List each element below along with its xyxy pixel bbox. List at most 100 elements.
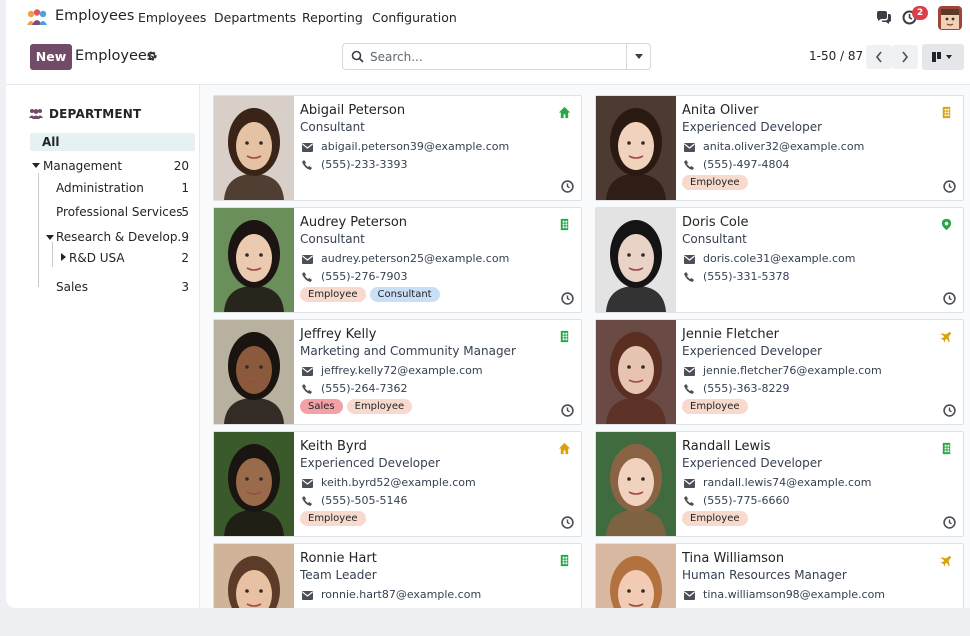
caret-down-icon [635, 54, 643, 59]
employee-photo [214, 96, 294, 200]
pager-previous-button[interactable] [866, 45, 892, 69]
pager-value[interactable]: 1-50 / 87 [809, 49, 863, 63]
department-count: 5 [181, 205, 189, 219]
employee-kanban: Abigail Peterson Consultant abigail.pete… [200, 84, 970, 608]
employee-email[interactable]: audrey.peterson25@example.com [321, 252, 509, 265]
caret-down-icon[interactable] [46, 235, 54, 240]
employee-card[interactable]: Tina Williamson Human Resources Manager … [595, 543, 964, 608]
envelope-icon [684, 143, 695, 152]
caret-down-icon[interactable] [32, 163, 40, 168]
employee-email[interactable]: doris.cole31@example.com [703, 252, 855, 265]
employee-email[interactable]: tina.williamson98@example.com [703, 588, 885, 601]
department-side-panel: DEPARTMENT All Management 20 Administrat… [6, 84, 200, 608]
employee-phone[interactable]: (555)-775-6660 [703, 494, 790, 507]
activity-clock-icon[interactable] [561, 292, 574, 305]
search-icon [351, 50, 364, 63]
department-management[interactable]: Management [43, 159, 122, 173]
phone-icon [302, 272, 312, 282]
employee-card[interactable]: Jeffrey Kelly Marketing and Community Ma… [213, 319, 582, 425]
employee-tag: Employee [682, 511, 748, 526]
activity-clock-icon[interactable] [561, 180, 574, 193]
menu-employees[interactable]: Employees [138, 10, 206, 25]
employee-card[interactable]: Anita Oliver Experienced Developer anita… [595, 95, 964, 201]
employee-email[interactable]: jeffrey.kelly72@example.com [321, 364, 483, 377]
employee-email[interactable]: abigail.peterson39@example.com [321, 140, 509, 153]
employees-app-icon[interactable] [26, 9, 48, 26]
department-heading: DEPARTMENT [29, 107, 141, 121]
activity-clock-icon[interactable] [561, 516, 574, 529]
employee-email[interactable]: ronnie.hart87@example.com [321, 588, 481, 601]
building-icon [560, 330, 569, 343]
building-icon [560, 218, 569, 231]
employee-phone[interactable]: (555)-363-8229 [703, 382, 790, 395]
activity-clock-icon[interactable] [943, 404, 956, 417]
employee-tag: Employee [682, 399, 748, 414]
employee-card[interactable]: Audrey Peterson Consultant audrey.peters… [213, 207, 582, 313]
department-all[interactable]: All [30, 133, 195, 151]
activity-clock-icon[interactable] [943, 180, 956, 193]
activity-clock-icon[interactable] [561, 404, 574, 417]
department-rd-usa[interactable]: R&D USA [69, 251, 125, 265]
employee-tag: Employee [300, 287, 366, 302]
department-count: 2 [181, 251, 189, 265]
employee-card[interactable]: Randall Lewis Experienced Developer rand… [595, 431, 964, 537]
employee-name: Tina Williamson [682, 551, 785, 566]
employee-card[interactable]: Abigail Peterson Consultant abigail.pete… [213, 95, 582, 201]
menu-configuration[interactable]: Configuration [372, 10, 457, 25]
employee-card[interactable]: Ronnie Hart Team Leader ronnie.hart87@ex… [213, 543, 582, 608]
search-bar [342, 43, 651, 70]
employee-tag: Employee [346, 399, 413, 414]
employee-card[interactable]: Keith Byrd Experienced Developer keith.b… [213, 431, 582, 537]
employee-tag: Sales [300, 399, 343, 414]
view-switcher-button[interactable] [922, 44, 964, 70]
building-icon [942, 106, 951, 119]
employee-tags: Employee [300, 511, 366, 526]
employee-email[interactable]: jennie.fletcher76@example.com [703, 364, 882, 377]
employee-email[interactable]: randall.lewis74@example.com [703, 476, 872, 489]
new-button[interactable]: New [30, 44, 72, 70]
search-options-toggle[interactable] [626, 44, 650, 69]
employee-tags: Employee [682, 511, 748, 526]
home-icon [558, 442, 571, 455]
employee-email[interactable]: anita.oliver32@example.com [703, 140, 864, 153]
caret-right-icon[interactable] [61, 253, 66, 261]
employee-name: Jennie Fletcher [682, 327, 779, 342]
employee-email[interactable]: keith.byrd52@example.com [321, 476, 476, 489]
chat-icon[interactable] [876, 10, 892, 25]
employee-name: Audrey Peterson [300, 215, 408, 230]
search-input[interactable] [370, 48, 620, 65]
employee-phone[interactable]: (555)-264-7362 [321, 382, 408, 395]
department-administration[interactable]: Administration [56, 181, 144, 195]
building-icon [560, 554, 569, 567]
chevron-right-icon [902, 51, 909, 63]
envelope-icon [684, 591, 695, 600]
employee-job-title: Consultant [300, 232, 365, 246]
employee-photo [214, 432, 294, 536]
department-sales[interactable]: Sales [56, 280, 88, 294]
employee-phone[interactable]: (555)-233-3393 [321, 158, 408, 171]
employee-phone[interactable]: (555)-505-5146 [321, 494, 408, 507]
user-avatar[interactable] [938, 6, 962, 30]
employee-job-title: Experienced Developer [682, 344, 823, 358]
app-name[interactable]: Employees [55, 8, 134, 24]
employee-photo [596, 544, 676, 608]
employee-tag: Consultant [369, 287, 440, 302]
activity-clock-icon[interactable] [943, 516, 956, 529]
employee-phone[interactable]: (555)-276-7903 [321, 270, 408, 283]
gear-icon[interactable] [146, 50, 158, 62]
employee-phone[interactable]: (555)-331-5378 [703, 270, 790, 283]
activity-clock-icon[interactable] [943, 292, 956, 305]
employee-tag: Employee [682, 175, 748, 190]
menu-reporting[interactable]: Reporting [302, 10, 363, 25]
menu-departments[interactable]: Departments [214, 10, 296, 25]
employee-phone[interactable]: (555)-497-4804 [703, 158, 790, 171]
tree-connector [52, 242, 53, 267]
department-count: 3 [181, 280, 189, 294]
department-professional-services[interactable]: Professional Services [56, 205, 183, 219]
employee-name: Anita Oliver [682, 103, 759, 118]
pager-next-button[interactable] [892, 45, 918, 69]
employee-card[interactable]: Doris Cole Consultant doris.cole31@examp… [595, 207, 964, 313]
employee-card[interactable]: Jennie Fletcher Experienced Developer je… [595, 319, 964, 425]
department-count: 20 [173, 159, 189, 173]
plane-icon [940, 555, 952, 567]
